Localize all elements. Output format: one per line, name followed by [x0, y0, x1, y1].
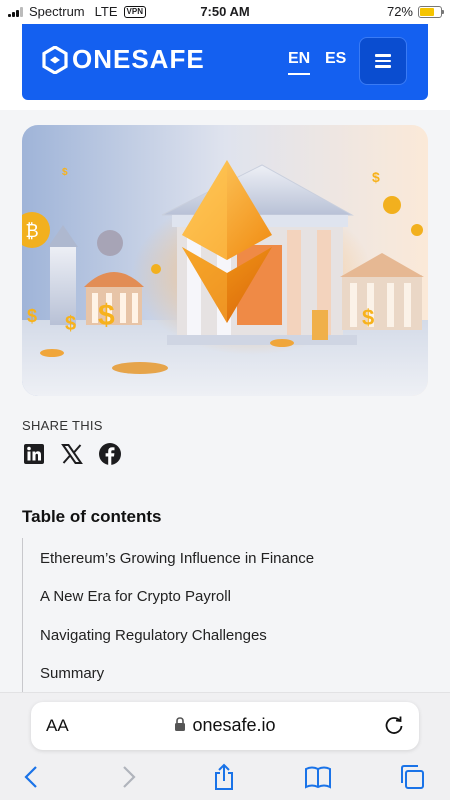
svg-text:$: $: [362, 305, 374, 330]
toc-item-crypto-payroll[interactable]: A New Era for Crypto Payroll: [40, 588, 231, 605]
site-header: ONESAFE EN ES: [22, 24, 428, 100]
hamburger-icon: [375, 54, 391, 57]
language-es-link[interactable]: ES: [325, 50, 346, 68]
svg-text:$: $: [62, 167, 68, 178]
menu-button[interactable]: [359, 37, 407, 85]
bookmarks-icon[interactable]: [304, 763, 332, 791]
svg-text:$: $: [65, 313, 76, 335]
linkedin-icon[interactable]: [22, 442, 46, 466]
brand-logo[interactable]: ONESAFE: [42, 44, 205, 75]
battery-percent: 72%: [386, 4, 413, 19]
toc-title: Table of contents: [22, 507, 162, 526]
toc-item-summary[interactable]: Summary: [40, 665, 104, 682]
facebook-icon[interactable]: [98, 442, 122, 466]
share-label: SHARE THIS: [22, 418, 103, 433]
svg-text:$: $: [98, 299, 115, 332]
tabs-icon[interactable]: [398, 763, 426, 791]
onesafe-logo-icon: [42, 45, 68, 74]
toc-item-regulatory-challenges[interactable]: Navigating Regulatory Challenges: [40, 627, 267, 644]
address-bar[interactable]: AA onesafe.io: [31, 702, 419, 750]
forward-icon[interactable]: [114, 763, 142, 791]
svg-text:$: $: [372, 169, 380, 185]
table-of-contents: Ethereum’s Growing Influence in Finance …: [22, 538, 428, 692]
reload-icon[interactable]: [383, 714, 405, 741]
svg-text:₿: ₿: [25, 221, 38, 242]
url-text: onesafe.io: [192, 715, 276, 735]
language-en-link[interactable]: EN: [288, 50, 311, 75]
x-icon[interactable]: [60, 442, 84, 466]
lock-icon: [175, 717, 186, 731]
battery-icon: [418, 5, 444, 18]
share-icons: [22, 442, 122, 466]
hero-image: ₿ $ $ $ $ $ $: [22, 125, 428, 396]
status-right: 72%: [386, 4, 444, 19]
toc-item-ethereum-influence[interactable]: Ethereum’s Growing Influence in Finance: [40, 550, 314, 567]
browser-nav: [0, 763, 450, 793]
url-display[interactable]: onesafe.io: [31, 715, 419, 736]
back-icon[interactable]: [18, 763, 46, 791]
brand-name: ONESAFE: [72, 44, 205, 74]
status-bar: Spectrum LTE VPN 7:50 AM 72%: [0, 0, 450, 24]
browser-toolbar: AA onesafe.io: [0, 692, 450, 800]
share-icon[interactable]: [210, 763, 238, 791]
svg-text:$: $: [27, 306, 37, 326]
status-time: 7:50 AM: [200, 4, 250, 19]
